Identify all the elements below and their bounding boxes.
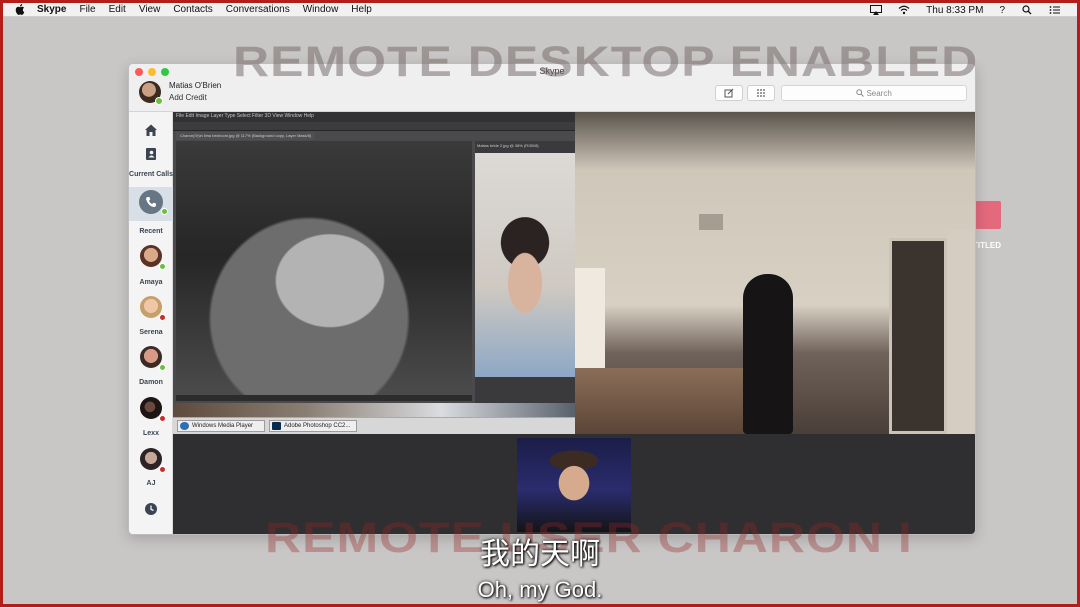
contact-name-damon[interactable]: Damon: [129, 378, 173, 387]
notification-center-icon[interactable]: [1049, 5, 1061, 15]
recent-label: Recent: [139, 228, 163, 235]
history-button[interactable]: [143, 501, 159, 517]
contact-name-aj[interactable]: AJ: [129, 479, 173, 488]
wifi-icon[interactable]: [898, 5, 910, 15]
current-calls-label: Current Calls: [129, 171, 173, 178]
dial-pad-icon: [757, 89, 765, 97]
active-call-button[interactable]: [139, 190, 163, 214]
photoshop-icon: [272, 422, 281, 430]
taskbar-photoshop[interactable]: Adobe Photoshop CC2...: [269, 420, 357, 432]
apple-logo-icon[interactable]: [13, 4, 27, 15]
status-area: Thu 8:33 PM ?: [870, 3, 1077, 17]
taskbar-label-ps: Adobe Photoshop CC2...: [284, 423, 351, 429]
photoshop-second-tab: Matias bride 2.jpg @ 38% (RGB/8): [477, 143, 539, 148]
contact-name-amaya[interactable]: Amaya: [129, 278, 173, 287]
new-conversation-button[interactable]: [715, 85, 743, 101]
skype-window: Skype Matias O'Brien Add Credit Search C…: [128, 63, 976, 535]
subtitle-chinese: 我的天啊: [480, 537, 600, 572]
compose-icon: [724, 88, 734, 98]
shared-screen-video[interactable]: File Edit Image Layer Type Select Filter…: [173, 112, 575, 434]
contact-status-aj: [159, 466, 166, 473]
windows-taskbar: Windows Media Player Adobe Photoshop CC2…: [173, 417, 575, 434]
contacts-button[interactable]: [143, 146, 159, 162]
profile-status-dot: [155, 97, 163, 105]
search-field[interactable]: Search: [781, 85, 967, 101]
menu-conversations[interactable]: Conversations: [226, 4, 290, 15]
spotlight-search-icon[interactable]: [1021, 5, 1033, 15]
photoshop-menu-bar: File Edit Image Layer Type Select Filter…: [173, 112, 575, 122]
photoshop-second-document: Matias bride 2.jpg @ 38% (RGB/8): [475, 141, 575, 403]
room-open-door: [947, 230, 975, 434]
menu-view[interactable]: View: [139, 4, 161, 15]
contact-status-serena: [159, 314, 166, 321]
home-button[interactable]: [143, 122, 159, 138]
remote-participant-video[interactable]: [575, 112, 975, 434]
add-credit-link[interactable]: Add Credit: [169, 93, 207, 102]
menu-edit[interactable]: Edit: [109, 4, 126, 15]
contact-status-amaya: [159, 263, 166, 270]
remote-desktop-banner: REMOTE DESKTOP ENABLED: [233, 37, 979, 86]
call-stage: File Edit Image Layer Type Select Filter…: [173, 112, 975, 534]
airplay-icon[interactable]: [870, 5, 883, 15]
dial-pad-button[interactable]: [747, 85, 775, 101]
menu-help[interactable]: Help: [351, 4, 372, 15]
sidebar: Current Calls Recent Amaya Serena Damon …: [129, 112, 173, 534]
profile-name[interactable]: Matias O'Brien: [169, 81, 221, 90]
help-icon[interactable]: ?: [999, 5, 1005, 16]
photoshop-second-image: [475, 153, 575, 377]
contact-name-lexx[interactable]: Lexx: [129, 429, 173, 438]
photoshop-status-bar: [176, 395, 472, 401]
menu-bar: Skype File Edit View Contacts Conversati…: [3, 3, 1077, 17]
room-doorway: [889, 238, 947, 434]
room-couch: [575, 368, 745, 434]
contacts-book-icon: [146, 148, 156, 160]
hooded-figure: [743, 274, 793, 434]
photoshop-canvas-image: [176, 141, 472, 395]
search-placeholder: Search: [866, 89, 892, 98]
contact-name-serena[interactable]: Serena: [129, 328, 173, 337]
contact-status-damon: [159, 364, 166, 371]
home-icon: [145, 124, 157, 136]
photoshop-menu: File Edit Image Layer Type Select Filter…: [176, 113, 314, 119]
call-active-dot: [161, 208, 168, 215]
photoshop-document-tab: Charon(IV)in lima bedroom.jpg @ 117% (Ba…: [176, 132, 316, 140]
clock-icon: [145, 503, 157, 515]
contact-status-lexx: [159, 415, 166, 422]
menu-clock[interactable]: Thu 8:33 PM: [926, 5, 983, 16]
menu-file[interactable]: File: [79, 4, 95, 15]
room-vent: [699, 214, 723, 230]
phone-icon: [146, 197, 156, 207]
search-icon: [856, 89, 865, 97]
taskbar-label-wmp: Windows Media Player: [192, 423, 254, 429]
room-radiator: [575, 268, 605, 378]
menu-app-skype[interactable]: Skype: [37, 4, 66, 15]
media-player-icon: [180, 422, 189, 430]
menu-window[interactable]: Window: [303, 4, 339, 15]
desktop-file-icon[interactable]: [975, 201, 1001, 229]
subtitle-english: Oh, my God.: [477, 577, 603, 602]
menu-contacts[interactable]: Contacts: [173, 4, 212, 15]
photoshop-options-bar: [173, 122, 575, 131]
taskbar-windows-media-player[interactable]: Windows Media Player: [177, 420, 265, 432]
desktop-file-label: TITLED: [973, 241, 1001, 250]
remote-desktop-wallpaper-strip: [173, 403, 575, 417]
